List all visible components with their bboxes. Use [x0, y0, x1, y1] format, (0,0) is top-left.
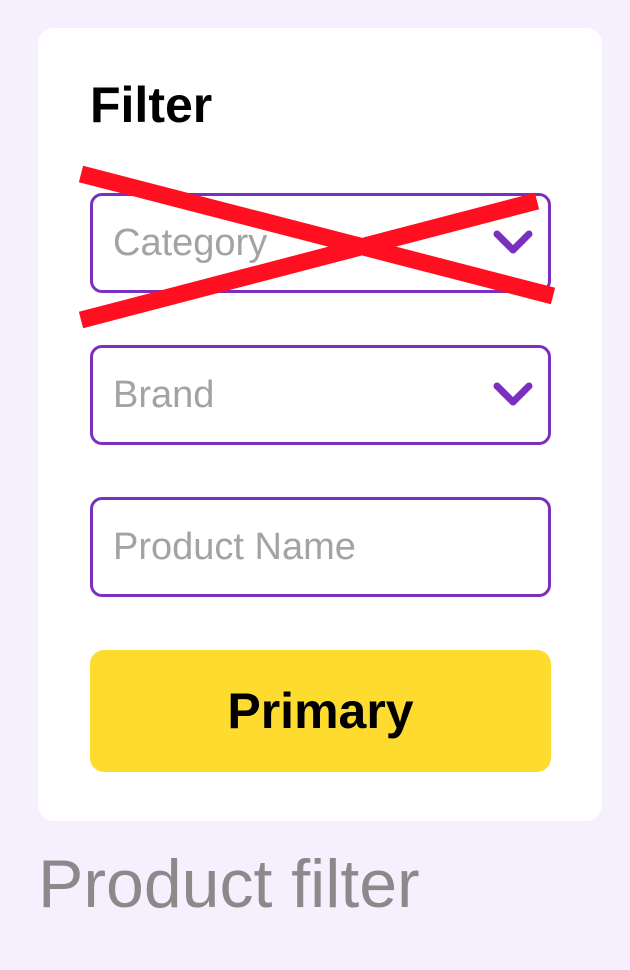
category-placeholder: Category: [113, 222, 268, 264]
product-name-placeholder: Product Name: [113, 526, 356, 568]
primary-button[interactable]: Primary: [90, 650, 551, 772]
filter-card: Filter Category Brand Product Name Prima…: [38, 28, 602, 821]
chevron-down-icon: [493, 382, 533, 406]
category-dropdown[interactable]: Category: [90, 193, 551, 293]
chevron-down-icon: [493, 230, 533, 254]
filter-title: Filter: [90, 77, 213, 133]
product-name-input[interactable]: Product Name: [90, 497, 551, 597]
brand-placeholder: Brand: [113, 374, 215, 416]
page-caption: Product filter: [38, 846, 420, 922]
brand-dropdown[interactable]: Brand: [90, 345, 551, 445]
